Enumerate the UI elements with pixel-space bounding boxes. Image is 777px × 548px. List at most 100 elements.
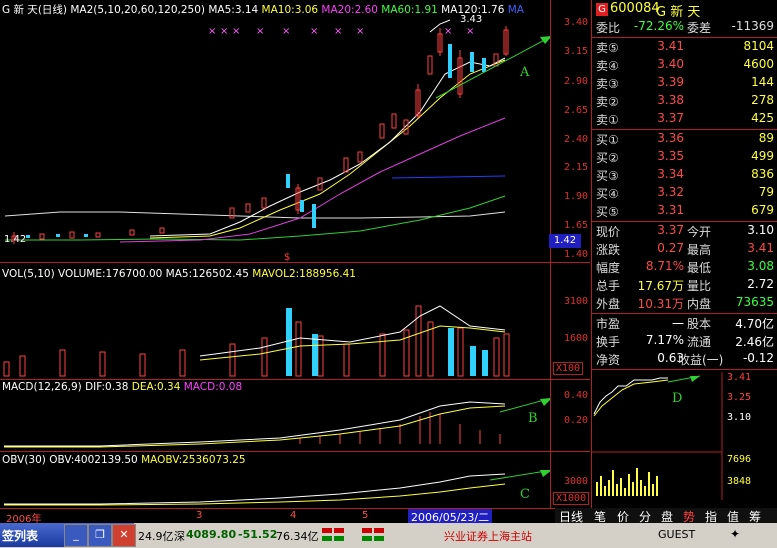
volume-axis: 3100 1600 X100 (550, 263, 591, 379)
market-breadth-icon (322, 528, 432, 542)
price-tick: 3.15 (564, 46, 589, 57)
bid-row[interactable]: 买② 3.35 499 (592, 149, 777, 166)
macd-tick: 0.40 (564, 390, 589, 401)
intraday-chart[interactable]: D 3.41 3.25 3.10 7696 3848 (592, 372, 777, 500)
price-tick: 1.65 (564, 220, 589, 231)
stat-row: 总手 17.67万 量比 2.72 (596, 277, 774, 293)
panel-divider (0, 379, 590, 380)
svg-text:×: × (356, 26, 364, 37)
macd-tick: 0.20 (564, 415, 589, 426)
volume-tick: 1600 (564, 333, 589, 344)
price-tick: 3.40 (564, 17, 589, 28)
price-tick: 2.15 (564, 162, 589, 173)
commission-diff-label: 委差 (687, 21, 712, 35)
price-tick: 1.40 (564, 249, 589, 260)
broker-name: 兴业证券上海主站 (444, 530, 532, 543)
commission-row: 委比 -72.26% 委差 -11369 (592, 19, 777, 36)
obv-axis: 3000 X1000 (550, 452, 591, 508)
intraday-tick: 3.25 (727, 392, 751, 403)
intraday-tick: 3.10 (727, 412, 751, 423)
stat-row: 涨跌 0.27 最高 3.41 (596, 241, 774, 257)
intraday-tick: 3.41 (727, 372, 751, 383)
ask-row[interactable]: 卖③ 3.39 144 (592, 75, 777, 92)
quote-panel: G 600084 G 新 天 委比 -72.26% 委差 -11369 卖⑤ 3… (591, 0, 777, 508)
obv-header: OBV(30) OBV:4002139.50 MAOBV:2536073.25 (2, 454, 246, 466)
svg-text:×: × (444, 26, 452, 37)
annotation-b: B (528, 411, 538, 426)
view-tabs: 日线 笔 价 分 盘 势 指 值 筹 (555, 508, 777, 524)
macd-dea: DEA:0.34 (131, 381, 181, 393)
svg-text:×: × (334, 26, 342, 37)
window-title: 签列表 (2, 529, 39, 543)
stock-title: G 新 天 (656, 5, 701, 20)
obv-tick: 3000 (564, 476, 589, 487)
date-label: 4 (290, 510, 297, 521)
macd-axis: 0.40 0.20 (550, 380, 591, 451)
stock-flag-icon: G (596, 3, 608, 16)
svg-text:×: × (208, 26, 216, 37)
user-name: GUEST (658, 528, 696, 541)
commission-ratio: -72.26% (633, 19, 684, 33)
macd-title: MACD(12,26,9) (2, 381, 82, 393)
svg-text:×: × (282, 26, 290, 37)
ask-row[interactable]: 卖⑤ 3.41 8104 (592, 39, 777, 56)
volume-ma5: MA5:126502.45 (165, 268, 249, 280)
price-chart[interactable]: × × × × × × × × × × 1.42 3.43 A $ (0, 14, 550, 262)
panel-divider (0, 451, 590, 452)
obv-title: OBV(30) (2, 454, 46, 466)
annotation-d: D (672, 391, 682, 406)
fund-row: 净资 0.63 收益(一) -0.12 (596, 351, 774, 367)
status-bar: 签列表 _ ❐ ✕ 24.9亿 深 4089.80 -51.52 76.34亿 … (0, 523, 777, 548)
obv-value: OBV:4002139.50 (49, 454, 138, 466)
obv-chart[interactable]: C (0, 466, 550, 508)
svg-text:×: × (220, 26, 228, 37)
stock-code: 600084 (610, 1, 660, 16)
svg-text:×: × (466, 26, 474, 37)
macd-chart[interactable]: B (0, 394, 550, 450)
bid-row[interactable]: 买④ 3.32 79 (592, 185, 777, 202)
close-button[interactable]: ✕ (112, 524, 136, 547)
current-price-marker: 1.42 (549, 234, 581, 248)
volume-mavol2: MAVOL2:188956.41 (252, 268, 356, 280)
connection-icon: ✦ (730, 527, 741, 541)
restore-button[interactable]: ❐ (88, 524, 112, 547)
ask-row[interactable]: 卖④ 3.40 4600 (592, 57, 777, 74)
intraday-vol-tick: 7696 (727, 454, 751, 465)
price-tick: 1.90 (564, 191, 589, 202)
annotation-a: A (519, 65, 530, 80)
cursor-marker-icon: $ (284, 252, 290, 262)
low-mark: 1.42 (4, 234, 26, 245)
minimize-button[interactable]: _ (64, 524, 88, 547)
fund-row: 换手 7.17% 流通 2.46亿 (596, 333, 774, 349)
stat-row: 幅度 8.71% 最低 3.08 (596, 259, 774, 275)
index2-amount: 76.34亿 (276, 530, 319, 543)
macd-value: MACD:0.08 (183, 381, 243, 393)
obv-ma: MAOBV:2536073.25 (141, 454, 246, 466)
volume-chart[interactable] (0, 282, 550, 378)
stat-row: 现价 3.37 今开 3.10 (596, 223, 774, 239)
volume-tick: 3100 (564, 296, 589, 307)
intraday-vol-tick: 3848 (727, 476, 751, 487)
date-label: 3 (196, 510, 203, 521)
price-tick: 2.65 (564, 105, 589, 116)
high-mark: 3.43 (460, 14, 482, 25)
price-tick: 2.40 (564, 134, 589, 145)
svg-text:×: × (310, 26, 318, 37)
volume-unit: X100 (553, 362, 584, 375)
macd-header: MACD(12,26,9) DIF:0.38 DEA:0.34 MACD:0.0… (2, 381, 242, 393)
volume-value: VOLUME:176700.00 (58, 268, 163, 280)
macd-dif: DIF:0.38 (85, 381, 129, 393)
panel-divider (0, 262, 590, 263)
obv-unit: X1000 (553, 492, 590, 505)
index2-value: 4089.80 (186, 528, 237, 541)
svg-text:×: × (232, 26, 240, 37)
ask-row[interactable]: 卖① 3.37 425 (592, 111, 777, 128)
bid-row[interactable]: 买① 3.36 89 (592, 131, 777, 148)
bid-row[interactable]: 买③ 3.34 836 (592, 167, 777, 184)
commission-ratio-label: 委比 (596, 21, 621, 35)
ask-row[interactable]: 卖② 3.38 278 (592, 93, 777, 110)
bid-row[interactable]: 买⑤ 3.31 679 (592, 203, 777, 220)
commission-diff: -11369 (731, 19, 774, 33)
price-tick: 2.90 (564, 76, 589, 87)
fund-row: 市盈 一 股本 4.70亿 (596, 317, 774, 331)
